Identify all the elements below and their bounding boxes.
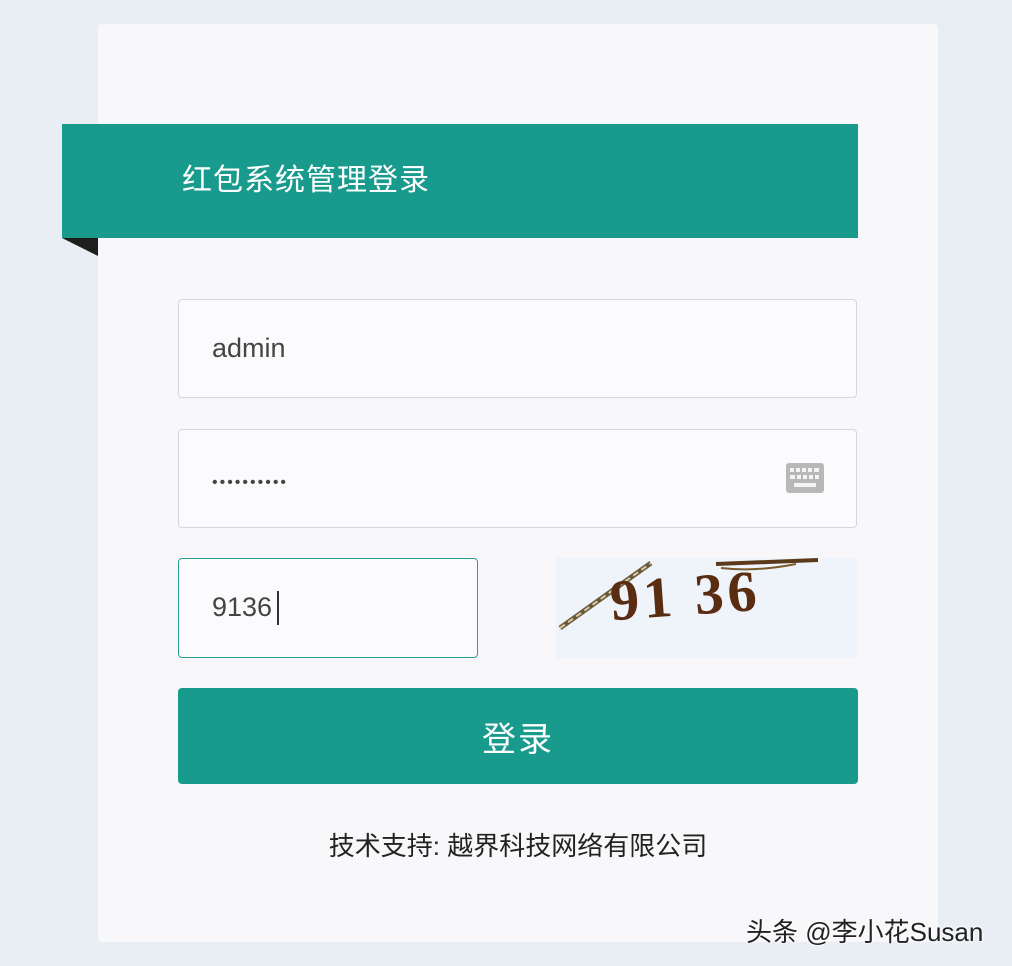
captcha-input[interactable]: 9136 (178, 558, 478, 658)
captcha-input-value: 9136 (212, 592, 273, 622)
watermark: 头条 @李小花Susan (746, 917, 984, 947)
username-input[interactable] (178, 299, 857, 398)
support-text: 技术支持: 越界科技网络有限公司 (328, 831, 708, 861)
password-mask: •••••••••• (212, 474, 289, 491)
ribbon-fold (62, 238, 98, 256)
page-title: 红包系统管理登录 (182, 164, 430, 197)
captcha-digits: 91 36 (607, 557, 763, 634)
title-ribbon: 红包系统管理登录 (62, 124, 858, 238)
keyboard-icon[interactable] (786, 463, 824, 493)
text-caret (277, 591, 279, 625)
password-input[interactable]: •••••••••• (178, 429, 857, 528)
login-button[interactable]: 登录 (178, 688, 858, 784)
